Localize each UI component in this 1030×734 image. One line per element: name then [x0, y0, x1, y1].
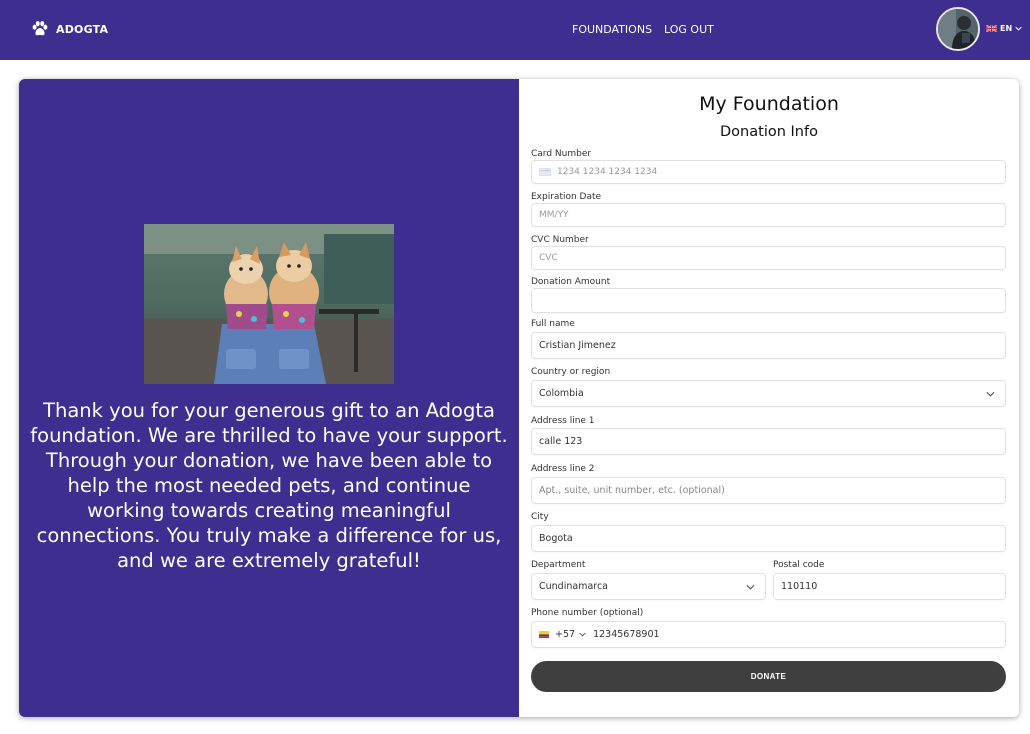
nav-logout-link[interactable]: LOG OUT — [664, 23, 714, 36]
city-input[interactable]: Bogota — [531, 525, 1006, 552]
language-selector[interactable]: EN — [986, 24, 1022, 33]
postal-code-input[interactable]: 110110 — [773, 573, 1006, 600]
donation-amount-label: Donation Amount — [531, 277, 611, 287]
expiration-placeholder: MM/YY — [539, 210, 569, 220]
card-number-input[interactable]: 1234 1234 1234 1234 — [531, 160, 1006, 184]
uk-flag-icon — [986, 25, 997, 32]
address-line1-label: Address line 1 — [531, 416, 595, 426]
avatar-image — [938, 9, 978, 49]
chevron-down-icon — [986, 391, 995, 397]
donation-amount-input[interactable] — [531, 288, 1006, 313]
country-label: Country or region — [531, 367, 611, 377]
city-value: Bogota — [539, 533, 573, 544]
full-name-label: Full name — [531, 319, 575, 329]
expiration-label: Expiration Date — [531, 192, 602, 202]
country-value: Colombia — [539, 388, 584, 399]
country-select[interactable]: Colombia — [531, 380, 1006, 407]
cvc-input[interactable]: CVC — [531, 246, 1006, 270]
dogs-photo — [144, 224, 394, 384]
form-title: My Foundation — [699, 93, 839, 115]
chevron-down-icon — [746, 584, 755, 590]
card-number-label: Card Number — [531, 149, 592, 159]
department-value: Cundinamarca — [539, 581, 609, 592]
thank-you-panel: Thank you for your generous gift to an A… — [19, 79, 519, 717]
postal-code-value: 110110 — [781, 581, 818, 592]
cvc-label: CVC Number — [531, 235, 589, 245]
donation-form: My Foundation Donation Info Card Number … — [519, 79, 1019, 717]
phone-country-code[interactable]: +57 — [555, 629, 575, 640]
address-line2-input[interactable]: Apt., suite, unit number, etc. (optional… — [531, 477, 1006, 504]
address-line1-input[interactable]: calle 123 — [531, 428, 1006, 455]
language-code: EN — [1000, 24, 1013, 33]
donate-button[interactable]: DONATE — [531, 661, 1006, 692]
phone-input[interactable]: +57 12345678901 — [531, 621, 1006, 648]
department-label: Department — [531, 560, 586, 570]
cvc-placeholder: CVC — [539, 253, 558, 263]
department-select[interactable]: Cundinamarca — [531, 573, 766, 600]
credit-card-icon — [539, 168, 551, 176]
phone-label: Phone number (optional) — [531, 608, 644, 618]
thank-you-message: Thank you for your generous gift to an A… — [30, 399, 508, 572]
form-subtitle: Donation Info — [720, 124, 818, 140]
postal-code-label: Postal code — [773, 560, 825, 570]
colombia-flag-icon — [539, 631, 549, 638]
chevron-down-icon[interactable] — [579, 632, 586, 637]
address-line1-value: calle 123 — [539, 436, 583, 447]
city-label: City — [531, 512, 549, 522]
full-name-value: Cristian Jimenez — [539, 340, 616, 351]
full-name-input[interactable]: Cristian Jimenez — [531, 332, 1006, 359]
chevron-down-icon — [1015, 26, 1022, 31]
card-number-placeholder: 1234 1234 1234 1234 — [557, 167, 658, 177]
expiration-input[interactable]: MM/YY — [531, 203, 1006, 227]
top-navbar: ADOGTA FOUNDATIONS LOG OUT EN — [0, 0, 1030, 60]
brand-logo[interactable]: ADOGTA — [31, 20, 108, 38]
nav-foundations-link[interactable]: FOUNDATIONS — [572, 23, 652, 36]
address-line2-placeholder: Apt., suite, unit number, etc. (optional… — [539, 485, 725, 496]
user-avatar[interactable] — [936, 7, 980, 51]
paw-icon — [32, 20, 48, 36]
address-line2-label: Address line 2 — [531, 464, 595, 474]
brand-name: ADOGTA — [56, 22, 109, 36]
donation-card: Thank you for your generous gift to an A… — [19, 79, 1019, 717]
phone-number-value: 12345678901 — [593, 629, 660, 640]
